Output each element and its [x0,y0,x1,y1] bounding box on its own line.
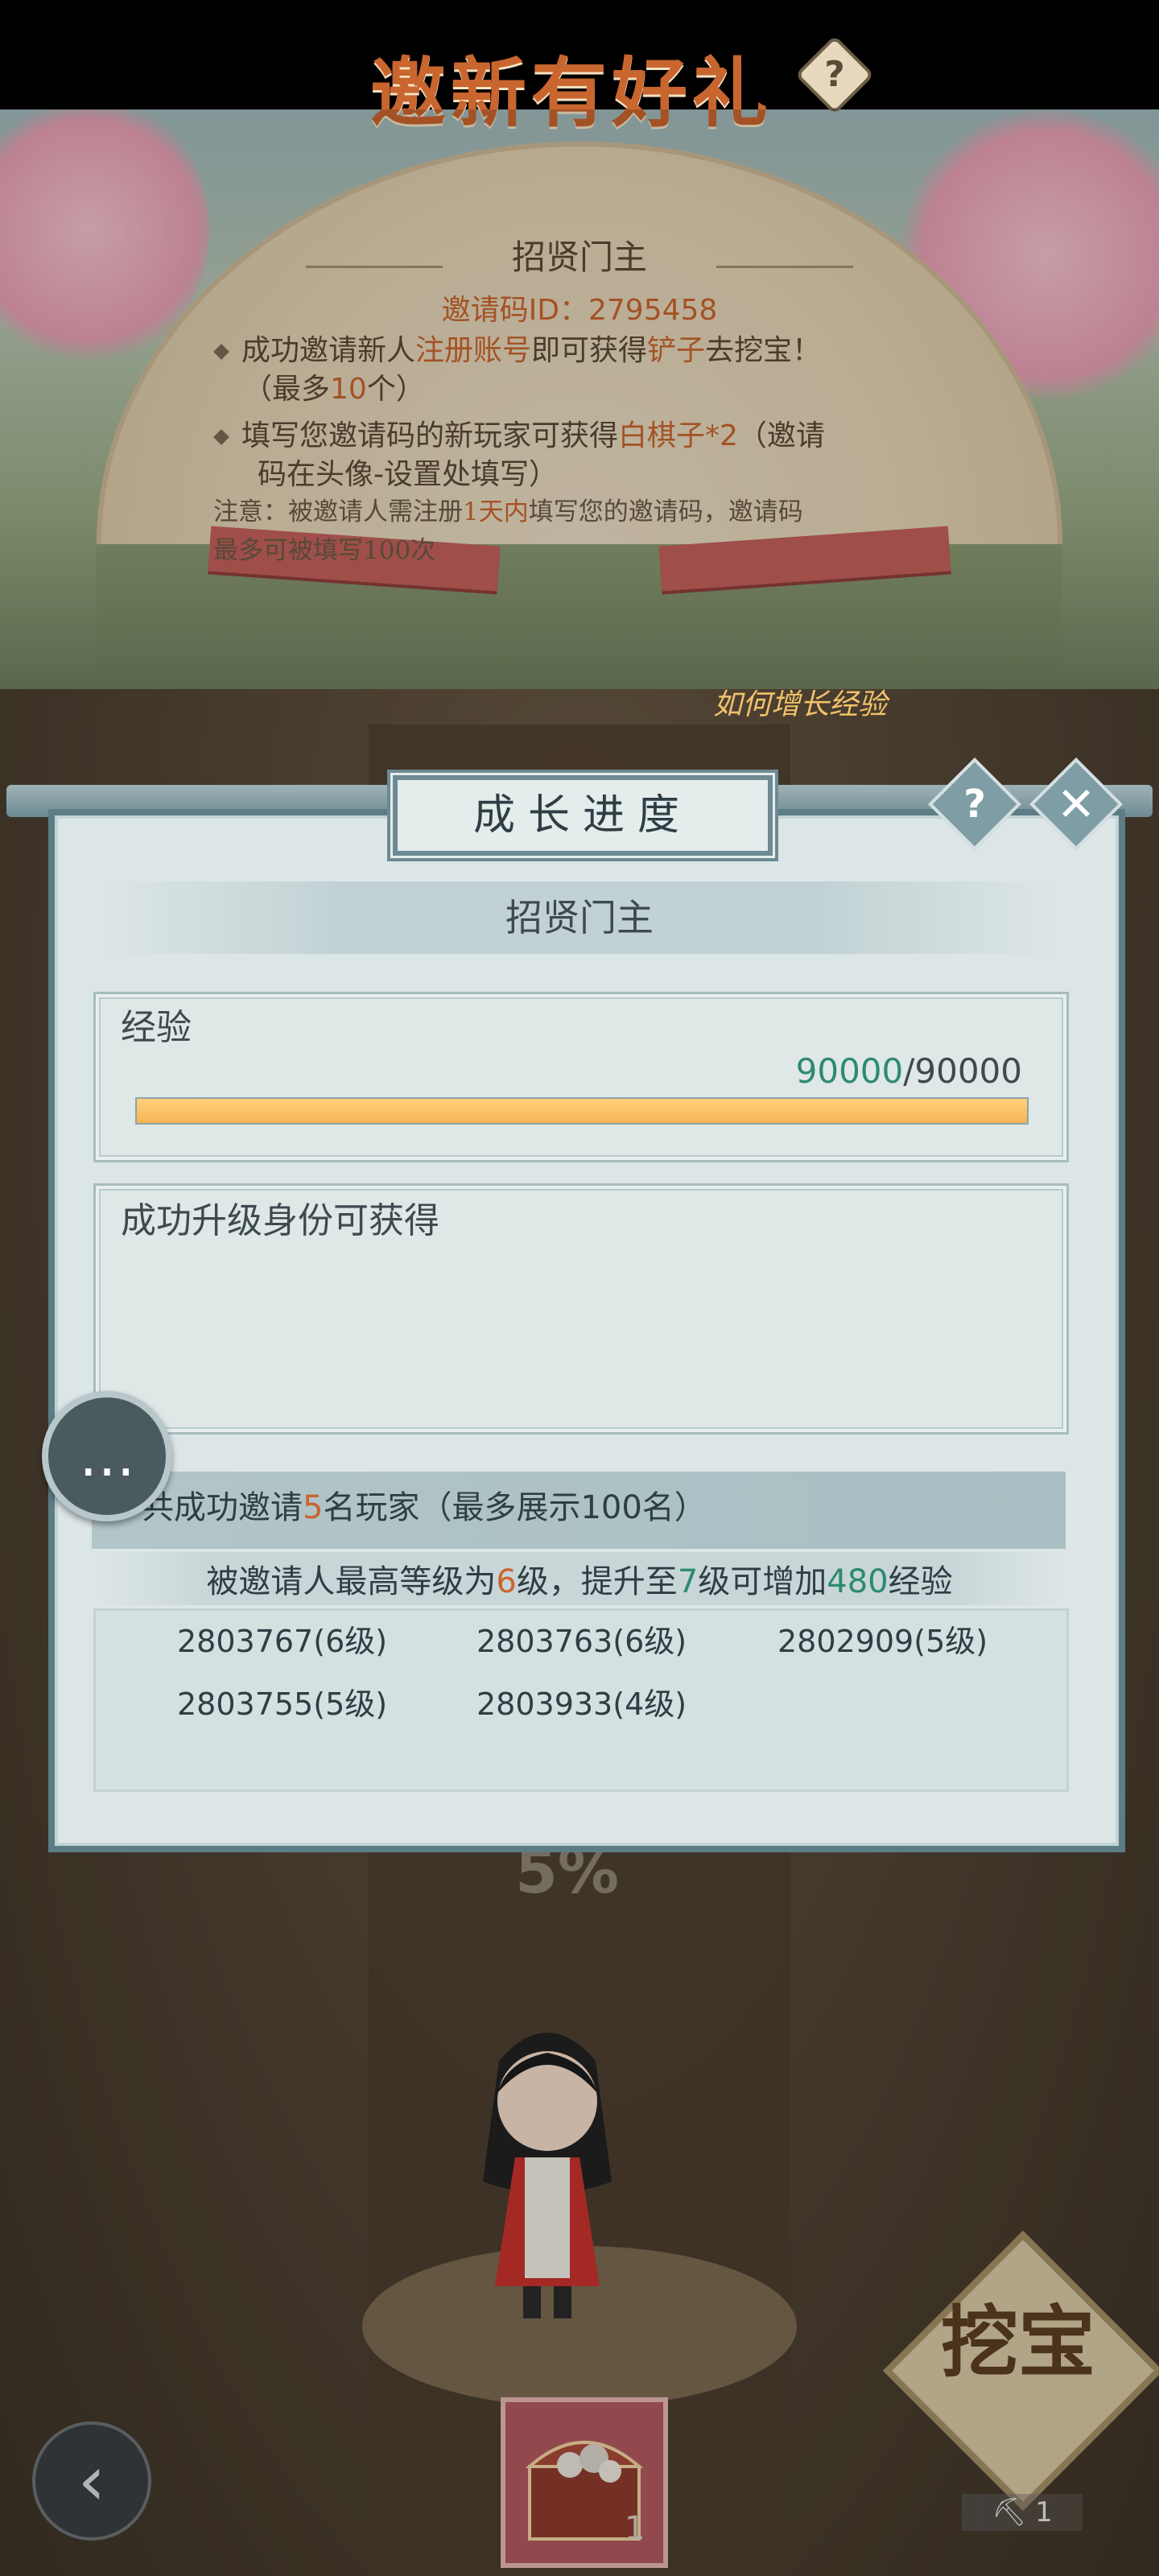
list-item: 2803755(5级) [177,1686,388,1722]
help-hint-text[interactable]: 如何增长经验 [713,681,971,723]
reward-title: 成功升级身份可获得 [121,1200,439,1241]
list-item: 2802909(5级) [777,1624,988,1659]
question-icon: ? [824,54,845,95]
invite-summary: 共成功邀请5名玩家（最多展示100名） [142,1489,707,1526]
list-item: 2803763(6级) [476,1624,687,1659]
chat-icon: … [79,1423,135,1489]
list-item: 2803933(4级) [476,1686,687,1722]
experience-value: 90000/90000 [795,1051,1022,1091]
experience-bar-fill [137,1099,1027,1123]
close-icon: ✕ [1056,777,1096,832]
question-icon: ? [963,782,986,827]
list-item: 2803767(6级) [177,1624,388,1659]
chat-button[interactable]: … [42,1391,172,1521]
experience-label: 经验 [121,1007,192,1048]
dialog-title: 成长进度 [393,775,773,856]
rank-title: 招贤门主 [97,881,1062,954]
level-note: 被邀请人最高等级为6级，提升至7级可增加480经验 [206,1563,953,1600]
